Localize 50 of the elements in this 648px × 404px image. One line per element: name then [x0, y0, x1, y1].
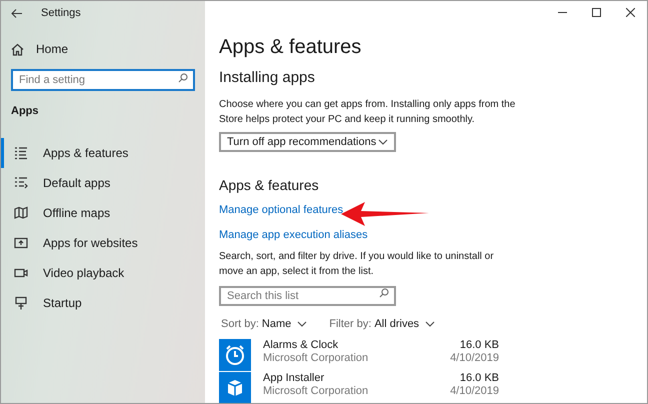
chevron-down-icon — [378, 139, 388, 145]
app-name: Alarms & Clock — [263, 338, 338, 352]
window-icon — [14, 236, 28, 250]
app-date: 4/10/2019 — [450, 352, 499, 364]
section-heading: Installing apps — [219, 69, 315, 87]
back-arrow-icon — [10, 8, 22, 18]
app-date: 4/10/2019 — [450, 384, 499, 398]
app-list-item[interactable]: Alarms & Clock 16.0 KB Microsoft Corporation 4/10/2019 — [219, 338, 499, 370]
dropdown-label: Sort by: — [221, 317, 259, 332]
nav-item[interactable]: Apps for websites — [1, 228, 205, 258]
app-source-dropdown[interactable]: Turn off app recommendations — [219, 132, 396, 152]
app-name: App Installer — [263, 372, 324, 384]
nav-item[interactable]: Default apps — [1, 168, 205, 198]
app-list-item[interactable]: App Installer 16.0 KB Microsoft Corporation 4/10/2019 — [219, 372, 499, 403]
app-publisher: Microsoft Corporation — [263, 352, 368, 364]
link[interactable]: Manage optional features — [219, 202, 344, 219]
search-field[interactable]: Find a setting — [11, 69, 195, 91]
nav-item[interactable]: Video playback — [1, 258, 205, 288]
dropdown-label: Filter by: — [329, 317, 372, 332]
maximize-icon — [592, 8, 600, 16]
search-icon — [379, 288, 389, 298]
home-icon — [11, 42, 24, 56]
home-link[interactable]: Home — [11, 40, 205, 58]
app-publisher: Microsoft Corporation — [263, 384, 368, 398]
list-icon — [14, 146, 28, 160]
map-icon — [14, 206, 28, 220]
nav-item[interactable]: Startup — [1, 288, 205, 318]
description-text: Search, sort, and filter by drive. If you would like to uninstall or move an app, select it from the list. — [219, 250, 495, 279]
dropdown-value: All drives — [374, 317, 420, 332]
chevron-down-icon — [297, 321, 308, 328]
dropdown-value: Name — [262, 317, 292, 332]
section-heading: Apps — [11, 104, 40, 119]
nav-item[interactable]: Apps & features — [1, 138, 205, 168]
chevron-down-icon — [425, 321, 436, 328]
window-title: Settings — [41, 6, 81, 21]
close-icon — [626, 8, 634, 16]
filter-dropdown[interactable]: Filter by: All drives — [329, 316, 436, 332]
app-size: 16.0 KB — [460, 372, 499, 384]
search-field[interactable]: Search this list — [219, 286, 396, 306]
nav-item[interactable]: Offline maps — [1, 198, 205, 228]
link[interactable]: Manage app execution aliases — [219, 227, 368, 244]
description-text: Choose where you can get apps from. Installing only apps from the Store helps protect your PC and keep it running smoothly. — [219, 98, 516, 127]
list-icon — [14, 176, 28, 190]
sort-dropdown[interactable]: Sort by: Name — [221, 316, 308, 332]
monitor-icon — [14, 296, 28, 310]
alarm-clock-icon — [219, 338, 251, 370]
page-title: Apps & features — [219, 35, 362, 59]
search-icon — [178, 73, 188, 83]
section-heading: Apps & features — [219, 176, 319, 194]
app-size: 16.0 KB — [460, 338, 499, 352]
